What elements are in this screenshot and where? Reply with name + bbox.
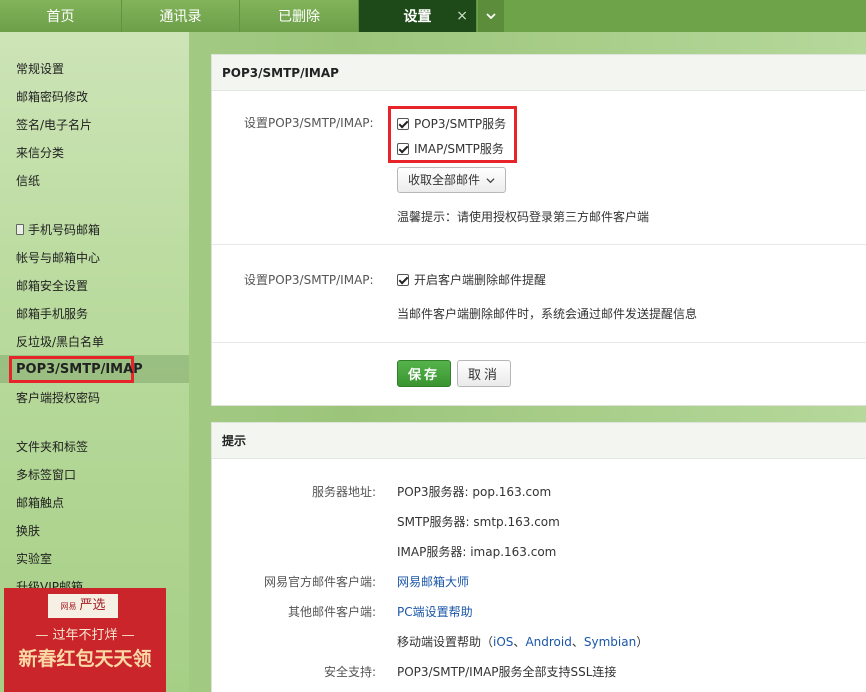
tab-home-label: 首页 <box>46 9 75 25</box>
divider <box>212 342 866 343</box>
imap-smtp-checkbox[interactable]: IMAP/SMTP服务 <box>397 140 504 157</box>
pop3-settings-panel: POP3/SMTP/IMAP 设置POP3/SMTP/IMAP: POP3/SM… <box>211 54 866 406</box>
checkbox-checked-icon <box>397 143 409 155</box>
delete-notify-text: 开启客户端删除邮件提醒 <box>414 273 547 287</box>
android-help-link[interactable]: Android <box>525 635 571 649</box>
sidebar-item-lab[interactable]: 实验室 <box>16 551 52 567</box>
promo-banner[interactable]: 网易 严选 — 过年不打烊 — 新春红包天天领 <box>4 588 166 692</box>
delete-notify-description: 当邮件客户端删除邮件时，系统会通过邮件发送提醒信息 <box>397 307 698 321</box>
sidebar-item-auth-code[interactable]: 客户端授权密码 <box>16 390 100 406</box>
pop3-smtp-label: POP3/SMTP服务 <box>414 117 507 131</box>
promo-brand-small: 网易 <box>60 602 77 611</box>
sidebar-item-antispam[interactable]: 反垃圾/黑白名单 <box>16 334 104 350</box>
sidebar-item-pop3-smtp-imap[interactable]: POP3/SMTP/IMAP <box>16 362 143 378</box>
tab-deleted[interactable]: 已删除 <box>240 0 359 32</box>
pc-help-link[interactable]: PC端设置帮助 <box>397 603 473 620</box>
imap-smtp-label: IMAP/SMTP服务 <box>414 142 504 156</box>
tab-deleted-label: 已删除 <box>278 9 320 25</box>
delete-notify-checkbox[interactable]: 开启客户端删除邮件提醒 <box>397 271 546 288</box>
divider <box>212 244 866 245</box>
phone-icon <box>16 224 24 235</box>
official-client-label: 网易官方邮件客户端: <box>263 575 376 589</box>
separator: 、 <box>571 635 584 649</box>
security-label: 安全支持: <box>323 665 376 679</box>
ios-help-link[interactable]: iOS <box>493 635 513 649</box>
checkbox-checked-icon <box>397 274 409 286</box>
mobile-help-prefix: 移动端设置帮助（ <box>397 635 494 649</box>
other-client-label: 其他邮件客户端: <box>287 605 376 619</box>
tab-settings-label: 设置 <box>403 9 432 25</box>
sidebar-item-folders[interactable]: 文件夹和标签 <box>16 439 88 455</box>
receive-range-value: 收取全部邮件 <box>408 173 481 187</box>
sidebar-item-stationery[interactable]: 信纸 <box>16 173 40 189</box>
close-icon[interactable]: × <box>456 8 468 24</box>
hint-panel: 提示 服务器地址: POP3服务器: pop.163.com SMTP服务器: … <box>211 422 866 692</box>
auth-code-tip: 温馨提示：请使用授权码登录第三方邮件客户端 <box>397 210 650 224</box>
sidebar-item-password[interactable]: 邮箱密码修改 <box>16 89 88 105</box>
pop3-smtp-checkbox[interactable]: POP3/SMTP服务 <box>397 115 506 132</box>
top-tab-bar: 首页 通讯录 已删除 设置 × <box>0 0 866 32</box>
mobile-help-suffix: ） <box>636 635 649 649</box>
server-address-label: 服务器地址: <box>311 485 376 499</box>
promo-brand-name: 严选 <box>79 598 106 613</box>
sidebar-item-signature[interactable]: 签名/电子名片 <box>16 117 92 133</box>
tabs-menu-button[interactable] <box>478 0 504 32</box>
smtp-server: SMTP服务器: smtp.163.com <box>397 515 560 529</box>
sidebar-item-mobile-service[interactable]: 邮箱手机服务 <box>16 306 88 322</box>
imap-server: IMAP服务器: imap.163.com <box>397 545 557 559</box>
tab-home[interactable]: 首页 <box>0 0 122 32</box>
panel-title: POP3/SMTP/IMAP <box>212 55 866 91</box>
security-text: POP3/SMTP/IMAP服务全部支持SSL连接 <box>397 665 617 679</box>
save-button[interactable]: 保存 <box>397 360 451 387</box>
tab-settings[interactable]: 设置 × <box>359 0 477 32</box>
sidebar-item-account-center[interactable]: 帐号与邮箱中心 <box>16 250 100 266</box>
sidebar-item-general[interactable]: 常规设置 <box>16 61 64 77</box>
promo-slogan: — 过年不打烊 — <box>35 628 135 643</box>
official-client-link[interactable]: 网易邮箱大师 <box>397 573 469 590</box>
checkbox-checked-icon <box>397 118 409 130</box>
promo-headline: 新春红包天天领 <box>18 648 152 670</box>
sidebar-item-phone-mailbox-label: 手机号码邮箱 <box>28 223 101 237</box>
separator: 、 <box>513 635 526 649</box>
promo-brand: 网易 严选 <box>48 594 118 618</box>
chevron-down-icon <box>486 177 495 183</box>
sidebar-item-security[interactable]: 邮箱安全设置 <box>16 278 88 294</box>
panel-title: 提示 <box>212 423 866 459</box>
sidebar-item-multi-tab[interactable]: 多标签窗口 <box>16 467 76 483</box>
pop3-server: POP3服务器: pop.163.com <box>397 485 552 499</box>
symbian-help-link[interactable]: Symbian <box>584 635 636 649</box>
sidebar-item-phone-mailbox[interactable]: 手机号码邮箱 <box>16 222 100 238</box>
mobile-help-row: 移动端设置帮助（iOS、Android、Symbian） <box>397 633 648 650</box>
chevron-down-icon <box>486 13 496 20</box>
delete-notify-label: 设置POP3/SMTP/IMAP: <box>244 273 374 287</box>
sidebar-item-mail-filter[interactable]: 来信分类 <box>16 145 64 161</box>
sidebar-item-touchpoint[interactable]: 邮箱触点 <box>16 495 64 511</box>
tab-contacts-label: 通讯录 <box>159 9 202 25</box>
cancel-button[interactable]: 取消 <box>457 360 511 387</box>
tab-contacts[interactable]: 通讯录 <box>122 0 240 32</box>
receive-range-select[interactable]: 收取全部邮件 <box>397 167 507 193</box>
service-label: 设置POP3/SMTP/IMAP: <box>244 116 374 130</box>
sidebar-item-skin[interactable]: 换肤 <box>16 523 40 539</box>
